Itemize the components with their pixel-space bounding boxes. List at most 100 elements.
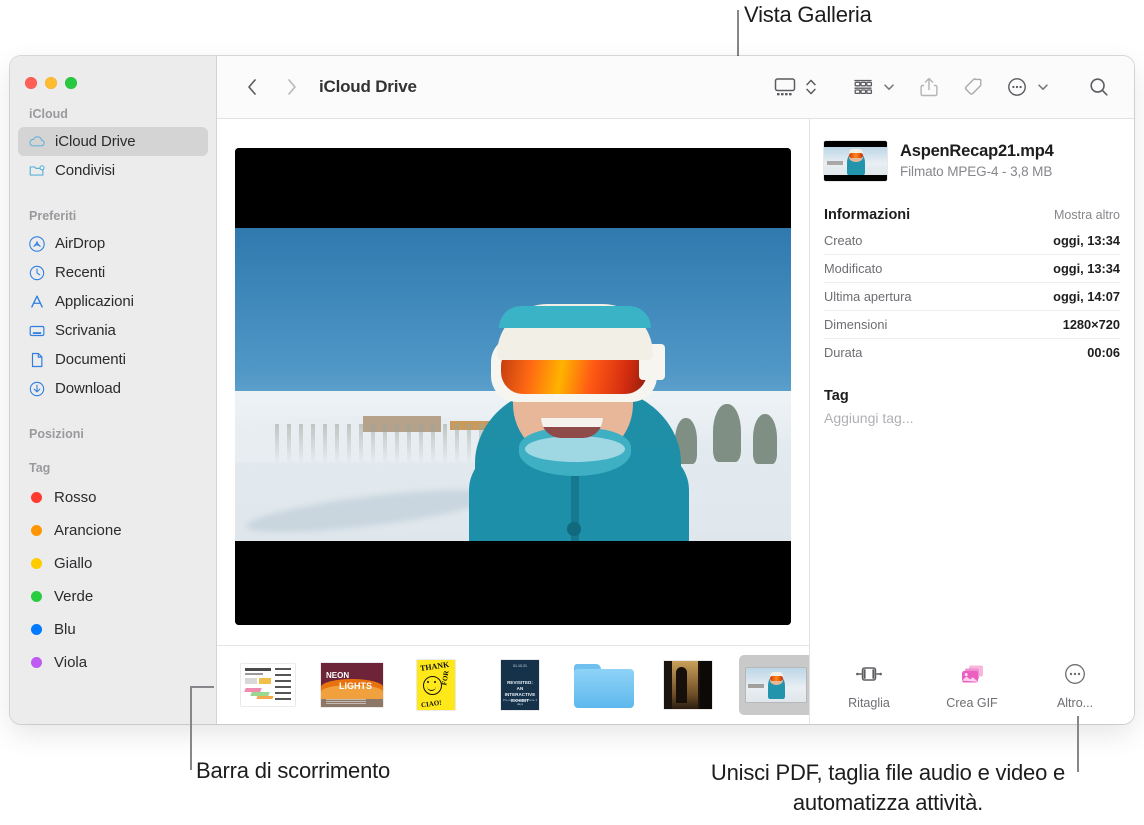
share-icon[interactable] xyxy=(912,72,946,102)
sidebar-item-airdrop[interactable]: AirDrop xyxy=(18,229,208,258)
list-item-selected[interactable] xyxy=(739,655,809,715)
preview-pane: NEON LIGHTS THANK FOR CIAO! 01.10.21 REV… xyxy=(217,119,809,724)
sidebar-tag-blu[interactable]: Blu xyxy=(18,613,208,646)
thumb-neon-lights-poster: NEON LIGHTS xyxy=(321,663,383,707)
sidebar: iCloud iCloud Drive Condivisi Preferiti … xyxy=(10,56,217,724)
callout-scrollbar: Barra di scorrimento xyxy=(196,758,391,783)
sidebar-item-applicazioni[interactable]: Applicazioni xyxy=(18,287,208,316)
quick-action-altro[interactable]: Altro... xyxy=(1034,661,1116,710)
meta-key: Modificato xyxy=(824,261,883,276)
sidebar-item-label: Scrivania xyxy=(55,322,116,339)
table-row: Ultima apertura oggi, 14:07 xyxy=(824,283,1120,311)
sidebar-header-icloud: iCloud xyxy=(29,107,68,121)
callout-quick-actions-leader xyxy=(1077,716,1079,772)
callout-gallery-view: Vista Galleria xyxy=(744,2,872,27)
quick-actions-bar: Ritaglia Crea GIF Altro... xyxy=(824,661,1120,724)
list-item[interactable]: NEON LIGHTS xyxy=(319,659,385,711)
sidebar-item-label: Documenti xyxy=(55,351,126,368)
add-tag-field[interactable]: Aggiungi tag... xyxy=(824,410,1120,426)
zoom-button[interactable] xyxy=(65,77,77,89)
meta-key: Dimensioni xyxy=(824,317,888,332)
forward-button[interactable] xyxy=(277,72,307,102)
sidebar-item-condivisi[interactable]: Condivisi xyxy=(18,156,208,185)
gallery-view-icon[interactable] xyxy=(768,72,802,102)
inspector-header: AspenRecap21.mp4 Filmato MPEG-4 - 3,8 MB xyxy=(824,119,1120,181)
view-switch-group[interactable] xyxy=(768,72,820,102)
document-icon xyxy=(28,351,46,369)
sidebar-item-icloud-drive[interactable]: iCloud Drive xyxy=(18,127,208,156)
skier-subject xyxy=(463,300,693,541)
sidebar-tag-viola[interactable]: Viola xyxy=(18,646,208,679)
desktop-icon xyxy=(28,322,46,340)
sidebar-header-tag: Tag xyxy=(29,461,51,475)
filmstrip-scrollbar[interactable]: NEON LIGHTS THANK FOR CIAO! 01.10.21 REV… xyxy=(217,645,809,724)
list-item[interactable] xyxy=(235,659,301,711)
sidebar-tag-label: Verde xyxy=(54,588,94,605)
sidebar-item-recenti[interactable]: Recenti xyxy=(18,258,208,287)
sidebar-tag-giallo[interactable]: Giallo xyxy=(18,547,208,580)
callout-quick-actions: Unisci PDF, taglia file audio e video e … xyxy=(710,760,1066,815)
sidebar-tag-arancione[interactable]: Arancione xyxy=(18,514,208,547)
sidebar-tag-rosso[interactable]: Rosso xyxy=(18,481,208,514)
sidebar-item-documenti[interactable]: Documenti xyxy=(18,345,208,374)
tree-right-3 xyxy=(713,403,741,462)
chevron-down-icon[interactable] xyxy=(1034,72,1052,102)
more-circle-icon xyxy=(1063,661,1087,687)
sidebar-group-posizioni: Posizioni xyxy=(10,427,216,447)
list-item[interactable]: 01.10.21 REVISITED: AN INTERACTIVE EXHIBIT… xyxy=(487,659,553,711)
sidebar-tag-label: Rosso xyxy=(54,489,97,506)
sidebar-item-label: Applicazioni xyxy=(55,293,134,310)
tag-dot-icon xyxy=(31,657,42,668)
sidebar-header-preferiti: Preferiti xyxy=(29,209,77,223)
tag-icon[interactable] xyxy=(956,72,990,102)
sidebar-tag-label: Giallo xyxy=(54,555,93,572)
file-thumbnail xyxy=(824,141,887,181)
sidebar-item-scrivania[interactable]: Scrivania xyxy=(18,316,208,345)
toolbar: iCloud Drive xyxy=(217,56,1134,119)
traffic-lights[interactable] xyxy=(10,56,216,89)
tag-section-title: Tag xyxy=(824,388,849,404)
up-down-chevron-icon[interactable] xyxy=(802,72,820,102)
group-by-button[interactable] xyxy=(846,72,898,102)
quick-action-crea-gif[interactable]: Crea GIF xyxy=(931,661,1013,710)
neck-gaiter-light xyxy=(525,435,625,462)
close-button[interactable] xyxy=(25,77,37,89)
list-item[interactable] xyxy=(571,659,637,711)
more-actions-button[interactable] xyxy=(1000,72,1052,102)
callout-scrollbar-leader-h xyxy=(190,686,214,688)
beanie-band-teal xyxy=(499,305,651,328)
video-preview[interactable] xyxy=(235,147,791,625)
sidebar-item-label: iCloud Drive xyxy=(55,133,136,150)
sidebar-tag-label: Blu xyxy=(54,621,76,638)
sidebar-tag-verde[interactable]: Verde xyxy=(18,580,208,613)
more-circle-icon[interactable] xyxy=(1000,72,1034,102)
meta-value: oggi, 13:34 xyxy=(1053,233,1120,248)
search-icon[interactable] xyxy=(1082,72,1116,102)
quick-action-label: Ritaglia xyxy=(848,696,890,710)
quick-action-ritaglia[interactable]: Ritaglia xyxy=(828,661,910,710)
sidebar-item-download[interactable]: Download xyxy=(18,374,208,403)
chevron-down-icon[interactable] xyxy=(880,72,898,102)
content-body: NEON LIGHTS THANK FOR CIAO! 01.10.21 REV… xyxy=(217,119,1134,724)
tag-dot-icon xyxy=(31,492,42,503)
sidebar-header-posizioni: Posizioni xyxy=(29,427,84,441)
meta-key: Durata xyxy=(824,345,863,360)
minimize-button[interactable] xyxy=(45,77,57,89)
thumb-aspenrecap-video xyxy=(746,668,806,702)
show-more-link[interactable]: Mostra altro xyxy=(1054,208,1120,222)
meta-value: oggi, 13:34 xyxy=(1053,261,1120,276)
meta-value: 00:06 xyxy=(1087,345,1120,360)
letterbox-top xyxy=(235,147,791,228)
letterbox-bottom xyxy=(235,540,791,625)
sidebar-item-label: AirDrop xyxy=(55,235,106,252)
tree-right-4 xyxy=(753,413,777,464)
list-item[interactable]: THANK FOR CIAO! xyxy=(403,659,469,711)
applications-icon xyxy=(28,293,46,311)
back-button[interactable] xyxy=(237,72,267,102)
file-kind-size: Filmato MPEG-4 - 3,8 MB xyxy=(900,164,1053,179)
group-view-icon[interactable] xyxy=(846,72,880,102)
preview-frame-image xyxy=(235,227,791,541)
callout-scrollbar-leader-v xyxy=(190,686,192,770)
info-title: Informazioni xyxy=(824,207,911,223)
list-item[interactable] xyxy=(655,659,721,711)
